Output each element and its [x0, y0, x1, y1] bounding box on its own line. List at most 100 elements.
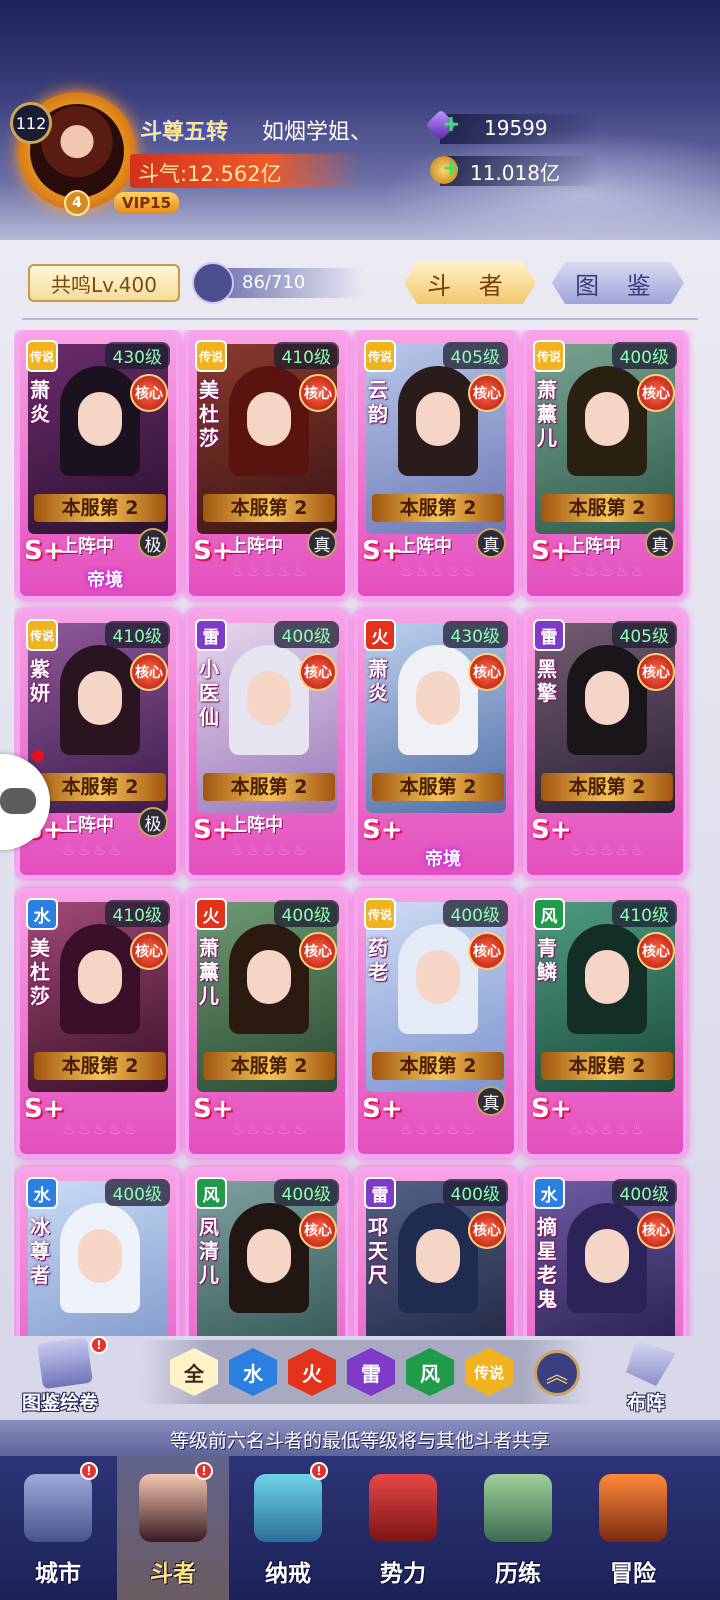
nav-fighters[interactable]: ! 斗者 [117, 1456, 229, 1600]
hero-grid: 传说 430级 核心 萧炎 本服第 2 S+ 上阵中 极 帝境 传说 410级 … [14, 330, 704, 1336]
tier-badge: S+ [193, 536, 234, 566]
lotus-stars: ♨♨♨♨♨ [400, 1120, 478, 1138]
resonance-level-button[interactable]: 共鸣Lv.400 [28, 264, 180, 302]
hero-card[interactable]: 传说 410级 核心 美杜莎 本服第 2 S+ 上阵中 真 ♨♨♨♨♨ [185, 330, 349, 600]
core-badge: 核心 [468, 653, 506, 691]
core-badge: 核心 [299, 653, 337, 691]
hero-card[interactable]: 传说 400级 核心 药老 本服第 2 S+ 真 ♨♨♨♨♨ [354, 888, 518, 1158]
server-rank-banner: 本服第 2 [34, 1052, 166, 1080]
hero-card[interactable]: 火 400级 核心 萧薰儿 本服第 2 S+ ♨♨♨♨♨ [185, 888, 349, 1158]
chevron-up-icon[interactable]: ︽ [534, 1350, 580, 1396]
ring-icon [254, 1474, 322, 1542]
tier-badge: S+ [531, 536, 572, 566]
hero-face [78, 950, 122, 1004]
hero-element-badge: 传说 [26, 340, 58, 372]
server-rank-banner: 本服第 2 [541, 1052, 673, 1080]
hero-element-badge: 风 [195, 1177, 227, 1209]
lotus-stars: ♨♨♨♨♨ [569, 562, 647, 580]
hero-level: 410级 [611, 900, 677, 927]
lotus-stars: ♨♨♨♨♨ [569, 1120, 647, 1138]
deployed-label: 上阵中 [60, 536, 114, 557]
nav-adventure[interactable]: 冒险 [577, 1456, 689, 1600]
hero-card[interactable]: 雷 400级 核心 小医仙 本服第 2 S+ 上阵中 ♨♨♨♨♨ [185, 609, 349, 879]
server-rank-banner: 本服第 2 [34, 773, 166, 801]
nav-label: 冒险 [610, 1561, 656, 1587]
lotus-stars: ♨♨♨♨♨ [231, 841, 309, 859]
nav-faction[interactable]: 势力 [347, 1456, 459, 1600]
hero-element-badge: 水 [533, 1177, 565, 1209]
add-gems-icon[interactable]: + [442, 112, 460, 137]
hero-element-badge: 传说 [26, 619, 58, 651]
core-badge: 核心 [637, 374, 675, 412]
nav-ring[interactable]: ! 纳戒 [232, 1456, 344, 1600]
hero-card[interactable]: 雷 405级 核心 黑擎 本服第 2 S+ ♨♨♨♨♨ [523, 609, 687, 879]
hero-name: 凤清儿 [199, 1215, 219, 1287]
hero-face [416, 392, 460, 446]
notification-dot: ! [80, 1462, 98, 1480]
server-rank-banner: 本服第 2 [541, 494, 673, 522]
lotus-stars: ♨♨♨♨♨ [400, 562, 478, 580]
core-badge: 核心 [468, 1211, 506, 1249]
hero-element-badge: 火 [195, 898, 227, 930]
core-badge: 核心 [637, 653, 675, 691]
hero-card[interactable]: 火 430级 核心 萧炎 本服第 2 S+ 帝境 [354, 609, 518, 879]
hero-element-badge: 传说 [533, 340, 565, 372]
hero-name: 药老 [368, 936, 388, 984]
scroll-icon [37, 1336, 93, 1390]
hero-face [78, 1229, 122, 1283]
hero-card[interactable]: 传说 410级 核心 紫妍 本服第 2 S+ 上阵中 极 ♨♨♨♨ [16, 609, 180, 879]
hero-card[interactable]: 传说 400级 核心 萧薰儿 本服第 2 S+ 上阵中 真 ♨♨♨♨♨ [523, 330, 687, 600]
nav-label: 斗者 [150, 1561, 196, 1587]
city-icon [24, 1474, 92, 1542]
hero-card[interactable]: 风 410级 核心 青鳞 本服第 2 S+ ♨♨♨♨♨ [523, 888, 687, 1158]
tier-badge: S+ [531, 1094, 572, 1124]
lotus-stars: ♨♨♨♨♨ [231, 1120, 309, 1138]
deployed-label: 上阵中 [229, 536, 283, 557]
tab-fighters[interactable]: 斗 者 [404, 262, 536, 304]
hero-face [78, 671, 122, 725]
hero-face [247, 1229, 291, 1283]
hero-level: 400级 [611, 342, 677, 369]
hero-face [585, 1229, 629, 1283]
grade-badge: 极 [138, 807, 168, 837]
hero-card[interactable]: 传说 430级 核心 萧炎 本服第 2 S+ 上阵中 极 帝境 [16, 330, 180, 600]
hero-element-badge: 雷 [364, 1177, 396, 1209]
atlas-scroll-button[interactable]: ! 图鉴绘卷 [10, 1336, 110, 1420]
hero-silhouette-icon [192, 262, 234, 304]
hero-card[interactable]: 水 410级 核心 美杜莎 本服第 2 S+ ♨♨♨♨♨ [16, 888, 180, 1158]
gamepad-icon [0, 788, 36, 814]
grade-badge: 极 [138, 528, 168, 558]
core-badge: 核心 [130, 374, 168, 412]
core-badge: 核心 [637, 1211, 675, 1249]
add-gold-icon[interactable]: + [442, 156, 460, 181]
tier-badge: S+ [362, 815, 403, 845]
formation-button[interactable]: 布阵 [596, 1340, 696, 1420]
grade-badge: 真 [476, 1086, 506, 1116]
deployed-label: 上阵中 [398, 536, 452, 557]
hero-name: 萧薰儿 [537, 378, 557, 450]
hero-level: 410级 [104, 900, 170, 927]
hero-card[interactable]: 水 400级 冰尊者 [16, 1167, 180, 1336]
nav-trial[interactable]: 历练 [462, 1456, 574, 1600]
hero-level: 410级 [273, 342, 339, 369]
nav-label: 城市 [35, 1561, 81, 1587]
player-star-badge: 4 [64, 190, 90, 216]
server-rank-banner: 本服第 2 [203, 773, 335, 801]
hero-name: 美杜莎 [199, 378, 219, 450]
vip-badge[interactable]: VIP15 [114, 192, 180, 214]
deployed-label: 上阵中 [567, 536, 621, 557]
hero-card[interactable]: 传说 405级 核心 云韵 本服第 2 S+ 上阵中 真 ♨♨♨♨♨ [354, 330, 518, 600]
tier-badge: S+ [24, 1094, 65, 1124]
hero-card[interactable]: 风 400级 核心 凤清儿 [185, 1167, 349, 1336]
power-value: 斗气:12.562亿 [138, 162, 282, 186]
tab-atlas[interactable]: 图 鉴 [552, 262, 684, 304]
lotus-stars: ♨♨♨♨♨ [231, 562, 309, 580]
notification-dot: ! [90, 1336, 108, 1354]
hero-card[interactable]: 水 400级 核心 摘星老鬼 [523, 1167, 687, 1336]
hero-element-badge: 雷 [533, 619, 565, 651]
tier-badge: S+ [531, 815, 572, 845]
hero-level: 400级 [611, 1179, 677, 1206]
nav-label: 历练 [495, 1561, 541, 1587]
nav-city[interactable]: ! 城市 [2, 1456, 114, 1600]
hero-card[interactable]: 雷 400级 核心 邛天尺 [354, 1167, 518, 1336]
